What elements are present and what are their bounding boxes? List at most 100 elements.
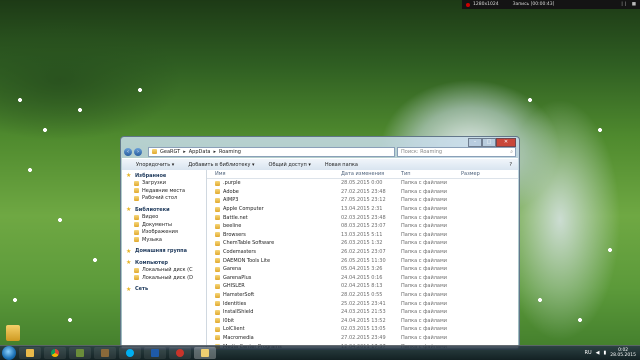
search-icon: ⌕ bbox=[510, 148, 513, 155]
nav-item-icon bbox=[134, 267, 139, 273]
nav-item-icon bbox=[134, 188, 139, 194]
table-row[interactable]: DAEMON Tools Lite 26.05.2015 11:30 Папка с… bbox=[207, 256, 518, 265]
table-row[interactable]: LolClient 02.03.2015 13:05 Папка с файлами bbox=[207, 325, 518, 334]
file-date: 02.03.2015 13:05 bbox=[341, 326, 386, 333]
taskbar-chrome[interactable] bbox=[44, 347, 66, 359]
nav-group-header[interactable]: ★ Сеть bbox=[122, 286, 206, 294]
breadcrumb-item[interactable]: Roaming bbox=[219, 149, 241, 155]
breadcrumb[interactable]: GeaRGT ▸ AppData ▸ Roaming bbox=[148, 146, 395, 157]
file-type: Папка с файлами bbox=[401, 180, 447, 187]
file-name: .purple bbox=[223, 180, 241, 187]
nav-item[interactable]: Документы bbox=[122, 221, 206, 229]
group-icon: ★ bbox=[126, 259, 132, 267]
file-name-cell: beeline bbox=[207, 223, 341, 229]
table-row[interactable]: Identities 25.02.2015 23:41 Папка с файлам… bbox=[207, 299, 518, 308]
nav-item-label: Локальный диск (D bbox=[142, 274, 193, 281]
nav-item[interactable]: Музыка bbox=[122, 236, 206, 244]
table-row[interactable]: Browsers 13.03.2015 5:11 Папка с файлами bbox=[207, 231, 518, 240]
file-date: 28.02.2015 0:55 bbox=[341, 292, 383, 299]
table-row[interactable]: Codemasters 26.02.2015 23:07 Папка с файла… bbox=[207, 248, 518, 257]
table-row[interactable]: AIMP3 27.05.2015 23:12 Папка с файлами bbox=[207, 196, 518, 205]
column-date[interactable]: Дата изменения bbox=[341, 171, 401, 177]
organize-button[interactable]: Упорядочить ▾ bbox=[136, 162, 174, 168]
nav-item[interactable]: Локальный диск (D bbox=[122, 274, 206, 282]
table-row[interactable]: Garena 05.04.2015 3:26 Папка с файлами bbox=[207, 265, 518, 274]
table-row[interactable]: GHISLER 02.04.2015 8:13 Папка с файлами bbox=[207, 282, 518, 291]
stop-icon[interactable]: ■ bbox=[632, 2, 636, 7]
file-type: Папка с файлами bbox=[401, 326, 447, 333]
file-date: 26.03.2015 1:32 bbox=[341, 240, 383, 247]
table-row[interactable]: .purple 28.05.2015 0:00 Папка с файлами bbox=[207, 179, 518, 188]
nav-item-label: Рабочий стол bbox=[142, 195, 178, 202]
nav-group-header[interactable]: ★ Компьютер bbox=[122, 259, 206, 267]
group-icon: ★ bbox=[126, 247, 132, 255]
table-row[interactable]: HamsterSoft 28.02.2015 0:55 Папка с файлам… bbox=[207, 291, 518, 300]
recorder-controls: ❘❘ ■ bbox=[620, 2, 636, 7]
table-row[interactable]: Macromedia 27.02.2015 23:49 Папка с файлам… bbox=[207, 334, 518, 343]
column-size[interactable]: Размер bbox=[461, 171, 501, 177]
add-to-library-button[interactable]: Добавить в библиотеку ▾ bbox=[188, 162, 254, 168]
language-indicator[interactable]: RU bbox=[584, 350, 591, 356]
nav-item[interactable]: Локальный диск (C bbox=[122, 267, 206, 275]
share-button[interactable]: Общий доступ ▾ bbox=[269, 162, 311, 168]
skype-icon bbox=[126, 349, 134, 357]
file-type: Папка с файлами bbox=[401, 249, 447, 256]
file-date: 26.05.2015 11:30 bbox=[341, 257, 386, 264]
record-icon bbox=[466, 2, 470, 7]
table-row[interactable]: Adobe 27.02.2015 23:48 Папка с файлами bbox=[207, 188, 518, 197]
recorder-bar: 1280x1024 Запись [00:00:43] ❘❘ ■ bbox=[462, 0, 640, 9]
file-name: InstallShield bbox=[223, 309, 254, 316]
taskbar-game[interactable] bbox=[94, 347, 116, 359]
volume-icon[interactable]: ◀ bbox=[596, 350, 600, 356]
table-row[interactable]: InstallShield 24.03.2015 21:53 Папка с фай… bbox=[207, 308, 518, 317]
taskbar-photoshop[interactable] bbox=[144, 347, 166, 359]
explorer-window: – □ ✕ ‹ › GeaRGT ▸ AppData ▸ Roaming Пои… bbox=[120, 136, 520, 350]
back-button[interactable]: ‹ bbox=[124, 147, 132, 156]
nav-item[interactable]: Рабочий стол bbox=[122, 195, 206, 203]
file-type: Папка с файлами bbox=[401, 188, 447, 195]
column-headers: Имя Дата изменения Тип Размер bbox=[207, 170, 518, 179]
start-button[interactable] bbox=[2, 346, 16, 360]
search-input[interactable]: Поиск: Roaming ⌕ bbox=[397, 146, 516, 157]
nav-group-header[interactable]: ★ Домашняя группа bbox=[122, 248, 206, 256]
table-row[interactable]: beeline 08.03.2015 23:07 Папка с файлами bbox=[207, 222, 518, 231]
nav-group-header[interactable]: ★ Библиотеки bbox=[122, 206, 206, 214]
new-folder-button[interactable]: Новая папка bbox=[325, 162, 358, 168]
file-name: Codemasters bbox=[223, 249, 257, 256]
desktop-folder-icon[interactable] bbox=[6, 325, 20, 341]
help-icon[interactable]: ? bbox=[509, 162, 512, 168]
file-name-cell: InstallShield bbox=[207, 309, 341, 315]
column-name[interactable]: Имя bbox=[207, 171, 341, 177]
table-row[interactable]: ChemTable Software 26.03.2015 1:32 Папка с… bbox=[207, 239, 518, 248]
nav-item[interactable]: Видео bbox=[122, 214, 206, 222]
file-name: DAEMON Tools Lite bbox=[223, 257, 271, 264]
nav-item[interactable]: Загрузки bbox=[122, 180, 206, 188]
forward-button[interactable]: › bbox=[134, 147, 142, 156]
breadcrumb-item[interactable]: GeaRGT bbox=[160, 149, 180, 155]
nav-item[interactable]: Недавние места bbox=[122, 187, 206, 195]
clock[interactable]: 0:02 28.05.2015 bbox=[610, 348, 636, 358]
file-name: GHISLER bbox=[223, 283, 245, 290]
taskbar-folder[interactable] bbox=[194, 347, 216, 359]
nav-item-icon bbox=[134, 195, 139, 201]
taskbar-explorer[interactable] bbox=[19, 347, 41, 359]
table-row[interactable]: Battle.net 02.03.2015 23:48 Папка с файлам… bbox=[207, 213, 518, 222]
table-row[interactable]: Apple Computer 13.04.2015 2:31 Папка с фай… bbox=[207, 205, 518, 214]
network-icon[interactable]: ▮ bbox=[603, 350, 606, 356]
nav-item-label: Документы bbox=[142, 221, 172, 228]
nav-group-header[interactable]: ★ Избранное bbox=[122, 172, 206, 180]
folder-icon bbox=[215, 283, 220, 289]
table-row[interactable]: l0bit 24.04.2015 13:52 Папка с файлами bbox=[207, 317, 518, 326]
taskbar-minecraft[interactable] bbox=[69, 347, 91, 359]
nav-item[interactable]: Изображения bbox=[122, 229, 206, 237]
pause-icon[interactable]: ❘❘ bbox=[620, 2, 628, 7]
taskbar-skype[interactable] bbox=[119, 347, 141, 359]
minecraft-icon bbox=[76, 349, 84, 357]
table-row[interactable]: GarenaPlus 24.04.2015 0:16 Папка с файлами bbox=[207, 274, 518, 283]
column-type[interactable]: Тип bbox=[401, 171, 461, 177]
folder-icon bbox=[215, 335, 220, 341]
file-name: Identities bbox=[223, 300, 247, 307]
taskbar-recorder[interactable] bbox=[169, 347, 191, 359]
folder-icon bbox=[215, 215, 220, 221]
breadcrumb-item[interactable]: AppData bbox=[189, 149, 211, 155]
